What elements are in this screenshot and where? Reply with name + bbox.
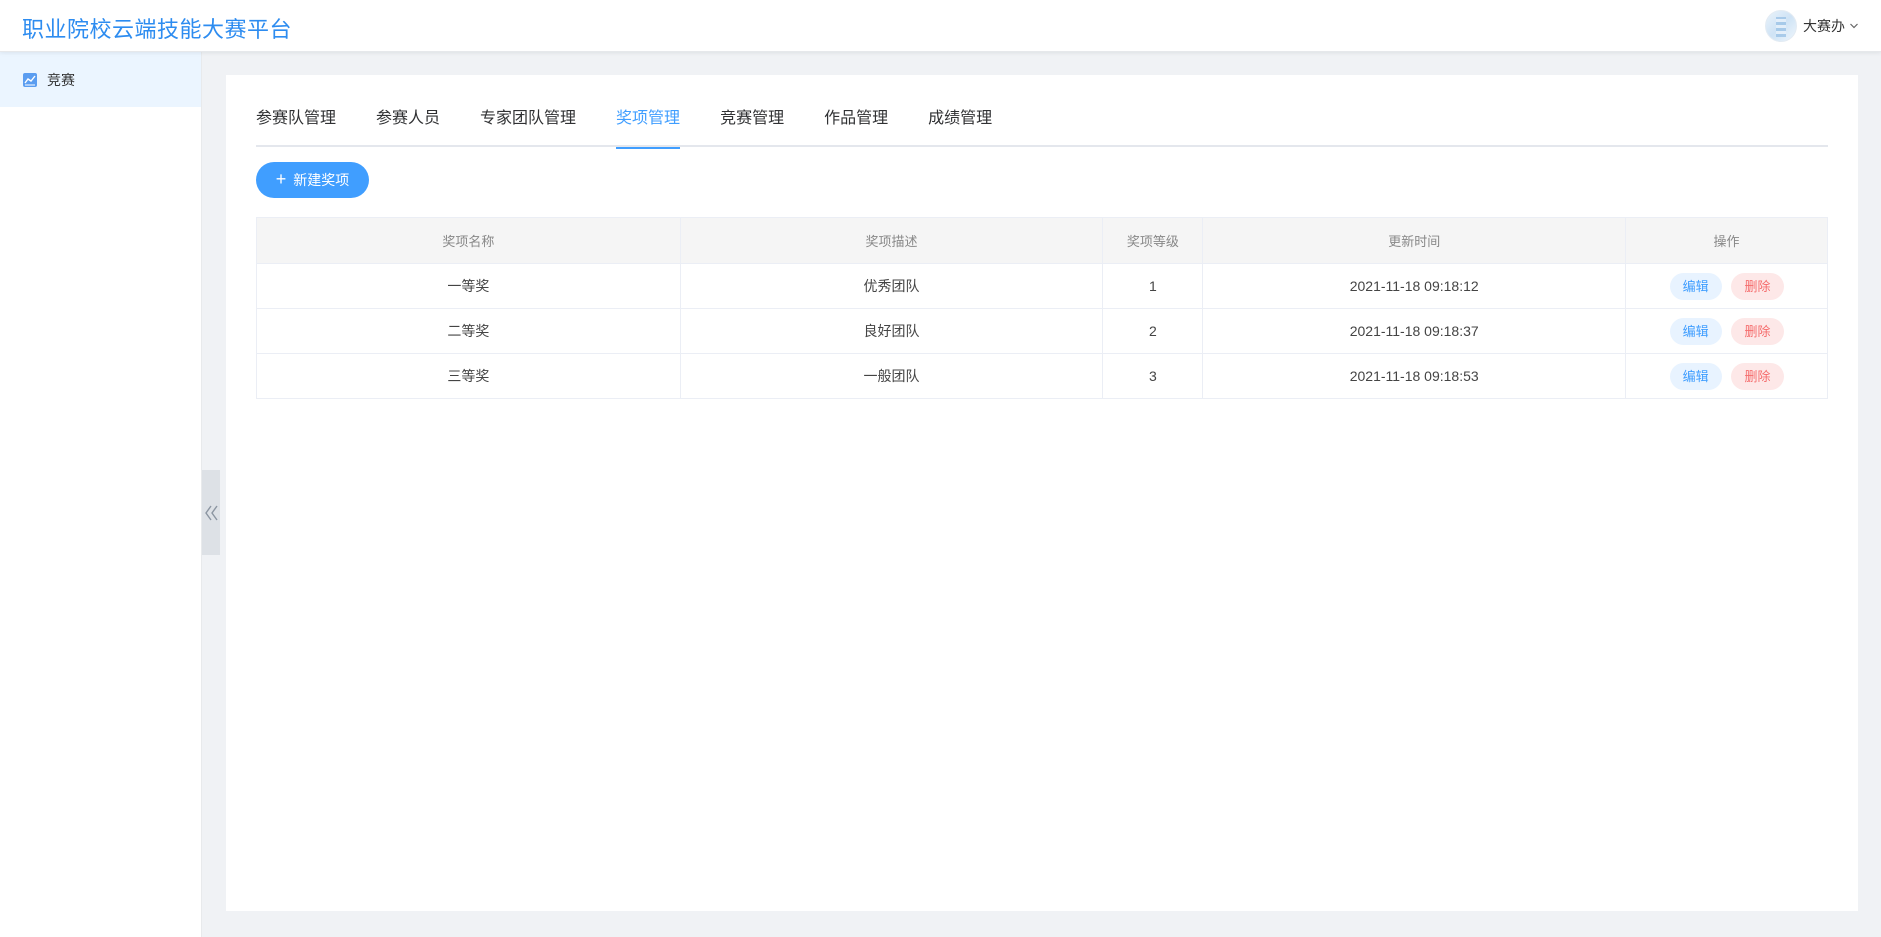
table-row: 三等奖 一般团队 3 2021-11-18 09:18:53 编辑 删除 (256, 353, 1828, 399)
awards-table: 奖项名称 奖项描述 奖项等级 更新时间 操作 一等奖 优秀团队 1 2021-1… (256, 217, 1828, 399)
sidebar-collapse-handle[interactable] (202, 470, 220, 555)
tab-bar: 参赛队管理 参赛人员 专家团队管理 奖项管理 竞赛管理 作品管理 成绩管理 (256, 103, 1828, 149)
avatar[interactable] (1765, 10, 1797, 42)
column-header: 奖项描述 (679, 217, 1104, 264)
user-name[interactable]: 大赛办 (1803, 16, 1845, 36)
user-menu[interactable]: 大赛办 (1765, 10, 1859, 42)
tab-participants[interactable]: 参赛人员 (376, 103, 440, 147)
delete-button[interactable]: 删除 (1731, 317, 1784, 345)
top-header: 职业院校云端技能大赛平台 大赛办 (0, 0, 1881, 52)
tab-works[interactable]: 作品管理 (824, 103, 888, 147)
edit-button[interactable]: 编辑 (1669, 272, 1722, 300)
award-name: 二等奖 (256, 308, 681, 354)
sidebar-item-label: 竞赛 (47, 71, 75, 88)
tab-teams[interactable]: 参赛队管理 (256, 103, 336, 147)
table-header-row: 奖项名称 奖项描述 奖项等级 更新时间 操作 (256, 217, 1828, 264)
award-level: 3 (1102, 353, 1204, 399)
column-header: 更新时间 (1202, 217, 1627, 264)
row-actions: 编辑 删除 (1625, 353, 1828, 399)
row-actions: 编辑 删除 (1625, 263, 1828, 309)
updated-time: 2021-11-18 09:18:53 (1202, 353, 1627, 399)
sidebar-item-competition[interactable]: 竞赛 (0, 52, 201, 107)
new-award-label: 新建奖项 (293, 172, 350, 188)
new-award-button[interactable]: + 新建奖项 (256, 162, 369, 198)
chevron-down-icon[interactable] (1849, 21, 1859, 31)
tab-awards[interactable]: 奖项管理 (616, 103, 681, 149)
delete-button[interactable]: 删除 (1731, 272, 1784, 300)
tab-scores[interactable]: 成绩管理 (928, 103, 992, 147)
updated-time: 2021-11-18 09:18:37 (1202, 308, 1627, 354)
tab-experts[interactable]: 专家团队管理 (480, 103, 576, 147)
column-header: 操作 (1625, 217, 1828, 264)
award-level: 1 (1102, 263, 1204, 309)
table-row: 一等奖 优秀团队 1 2021-11-18 09:18:12 编辑 删除 (256, 263, 1828, 309)
double-chevron-left-icon (205, 505, 218, 520)
updated-time: 2021-11-18 09:18:12 (1202, 263, 1627, 309)
tab-competitions[interactable]: 竞赛管理 (720, 103, 784, 147)
plus-icon: + (275, 169, 287, 189)
edit-button[interactable]: 编辑 (1669, 317, 1722, 345)
column-header: 奖项等级 (1102, 217, 1204, 264)
award-description: 良好团队 (679, 308, 1104, 354)
award-description: 优秀团队 (679, 263, 1104, 309)
sidebar: 竞赛 (0, 52, 202, 937)
app-title: 职业院校云端技能大赛平台 (22, 18, 293, 43)
table-row: 二等奖 良好团队 2 2021-11-18 09:18:37 编辑 删除 (256, 308, 1828, 354)
award-name: 一等奖 (256, 263, 681, 309)
row-actions: 编辑 删除 (1625, 308, 1828, 354)
award-level: 2 (1102, 308, 1204, 354)
column-header: 奖项名称 (256, 217, 681, 264)
edit-button[interactable]: 编辑 (1669, 362, 1722, 390)
main-content: 参赛队管理 参赛人员 专家团队管理 奖项管理 竞赛管理 作品管理 成绩管理 + … (226, 75, 1858, 911)
delete-button[interactable]: 删除 (1731, 362, 1784, 390)
chart-icon (23, 72, 37, 87)
award-name: 三等奖 (256, 353, 681, 399)
award-description: 一般团队 (679, 353, 1104, 399)
